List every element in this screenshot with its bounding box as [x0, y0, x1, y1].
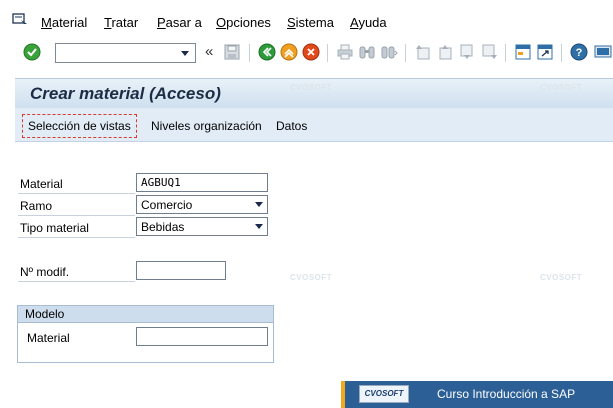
org-levels-button[interactable]: Niveles organización	[151, 119, 262, 133]
exit-icon[interactable]	[280, 43, 298, 61]
first-page-icon[interactable]	[414, 43, 432, 61]
toolbar-separator	[505, 44, 506, 62]
watermark: CVOSOFT	[290, 83, 333, 92]
industry-select[interactable]: Comercio	[136, 195, 268, 214]
system-menu-icon[interactable]	[12, 12, 28, 26]
svg-text:?: ?	[576, 47, 583, 59]
layout-menu-icon[interactable]	[594, 43, 612, 61]
change-number-label: Nº modif.	[20, 265, 70, 279]
history-icon[interactable]: «	[205, 43, 213, 60]
menu-tratar[interactable]: Tratar	[104, 15, 138, 30]
select-views-button[interactable]: Selección de vistas	[22, 114, 137, 138]
command-field[interactable]	[55, 43, 196, 63]
industry-label: Ramo	[20, 199, 53, 213]
template-group: Modelo Material	[17, 305, 274, 363]
material-type-select[interactable]: Bebidas	[136, 217, 268, 236]
data-button[interactable]: Datos	[276, 119, 307, 133]
watermark: CVOSOFT	[290, 273, 333, 282]
print-icon[interactable]	[336, 43, 354, 61]
course-banner: CVOSOFT Curso Introducción a SAP	[341, 381, 613, 408]
new-session-icon[interactable]	[514, 43, 532, 61]
menu-ayuda[interactable]: Ayuda	[350, 15, 387, 30]
industry-dropdown-icon[interactable]	[255, 202, 263, 207]
label-underline	[18, 281, 135, 282]
shortcut-icon[interactable]	[536, 43, 554, 61]
application-toolbar: Selección de vistas Niveles organización…	[15, 108, 613, 142]
find-icon[interactable]	[358, 43, 376, 61]
template-group-title: Modelo	[18, 306, 273, 323]
material-label: Material	[20, 177, 63, 191]
banner-text: Curso Introducción a SAP	[437, 387, 576, 401]
find-next-icon[interactable]	[380, 43, 398, 61]
watermark: CVOSOFT	[540, 83, 583, 92]
label-underline	[18, 237, 135, 238]
change-number-input[interactable]	[136, 261, 226, 280]
toolbar-separator	[327, 44, 328, 62]
label-underline	[18, 193, 135, 194]
last-page-icon[interactable]	[480, 43, 498, 61]
toolbar-separator	[249, 44, 250, 62]
menu-bar: Material Tratar Pasar a Opciones Sistema…	[0, 0, 613, 36]
help-icon[interactable]: ?	[570, 43, 588, 61]
toolbar-separator	[405, 44, 406, 62]
next-page-icon[interactable]	[458, 43, 476, 61]
menu-pasar-a[interactable]: Pasar a	[157, 15, 202, 30]
cancel-icon[interactable]	[302, 43, 320, 61]
template-material-label: Material	[27, 331, 70, 345]
previous-page-icon[interactable]	[436, 43, 454, 61]
menu-opciones[interactable]: Opciones	[216, 15, 271, 30]
cvosoft-logo: CVOSOFT	[359, 385, 409, 403]
back-icon[interactable]	[258, 43, 276, 61]
material-type-dropdown-icon[interactable]	[255, 224, 263, 229]
label-underline	[18, 215, 135, 216]
command-field-dropdown-icon[interactable]	[181, 51, 189, 56]
material-input[interactable]: AGBUQ1	[136, 173, 268, 192]
toolbar-separator	[561, 44, 562, 62]
watermark: CVOSOFT	[540, 273, 583, 282]
enter-check-icon[interactable]	[23, 43, 41, 61]
save-icon[interactable]	[223, 43, 241, 61]
menu-sistema[interactable]: Sistema	[287, 15, 334, 30]
menu-material[interactable]: Material	[41, 15, 87, 30]
page-title: Crear material (Acceso)	[30, 84, 221, 103]
material-type-label: Tipo material	[20, 221, 89, 235]
template-material-input[interactable]	[136, 327, 268, 346]
